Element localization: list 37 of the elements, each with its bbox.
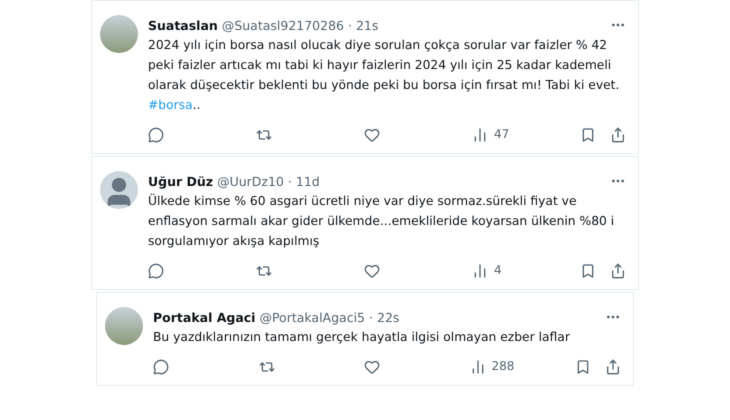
user-name: Suataslan	[148, 18, 218, 32]
separator: ·	[288, 174, 292, 188]
reply-icon[interactable]	[153, 359, 169, 375]
tweet-text: Ülkede kimse % 60 asgari ücretli niye var diye sormaz.sürekli fiyat ve enflasyon sarmalı akar gider ülkemde...emeklileride koyarsan ülkenin %80 i sorgulamıyor akışa kapılmış	[148, 192, 616, 250]
view-count: 47	[494, 127, 510, 143]
views-icon[interactable]	[472, 263, 488, 279]
user-name: Portakal Agaci	[153, 310, 256, 324]
share-icon[interactable]	[610, 263, 626, 279]
views-icon[interactable]	[470, 359, 486, 375]
timestamp: 22s	[377, 310, 400, 324]
separator: ·	[348, 18, 352, 32]
reply-icon[interactable]	[148, 127, 164, 143]
tweet-text: 2024 yılı için borsa nasıl olucak diye sorulan çokça sorular var faizler % 42 peki faizler artıcak mı tabi ki hayır faizlerin 2024 yılı için 25 kadar kademeli olarak düşecektir beklenti bu yönde peki bu borsa için fırsat mı! Tabi ki evet. #borsa..	[148, 37, 620, 114]
user-handle: @UurDz10	[217, 174, 284, 188]
hashtag-link[interactable]: #borsa	[148, 98, 193, 112]
user-handle: @PortakalAgaci5	[259, 310, 366, 324]
view-count: 288	[492, 359, 514, 375]
photo-placeholder	[100, 15, 138, 53]
reply-icon[interactable]	[148, 263, 164, 279]
user-handle: @Suatasl92170286	[222, 18, 344, 32]
share-icon[interactable]	[605, 359, 621, 375]
tweet-text: Bu yazdıklarınızın tamamı gerçek hayatla ilgisi olmayan ezber laflar	[153, 329, 571, 346]
bookmark-icon[interactable]	[575, 359, 591, 375]
user-name: Uğur Düz	[148, 174, 214, 188]
view-count: 4	[494, 263, 502, 279]
timestamp: 21s	[356, 18, 378, 32]
timestamp: 11d	[296, 174, 320, 188]
like-icon[interactable]	[364, 359, 380, 375]
bookmark-icon[interactable]	[580, 263, 596, 279]
like-icon[interactable]	[364, 127, 380, 143]
avatar-icon	[100, 171, 138, 209]
photo-placeholder	[105, 307, 143, 345]
share-icon[interactable]	[610, 127, 626, 143]
like-icon[interactable]	[364, 263, 380, 279]
separator: ·	[369, 310, 373, 324]
views-icon[interactable]	[472, 127, 488, 143]
bookmark-icon[interactable]	[580, 127, 596, 143]
